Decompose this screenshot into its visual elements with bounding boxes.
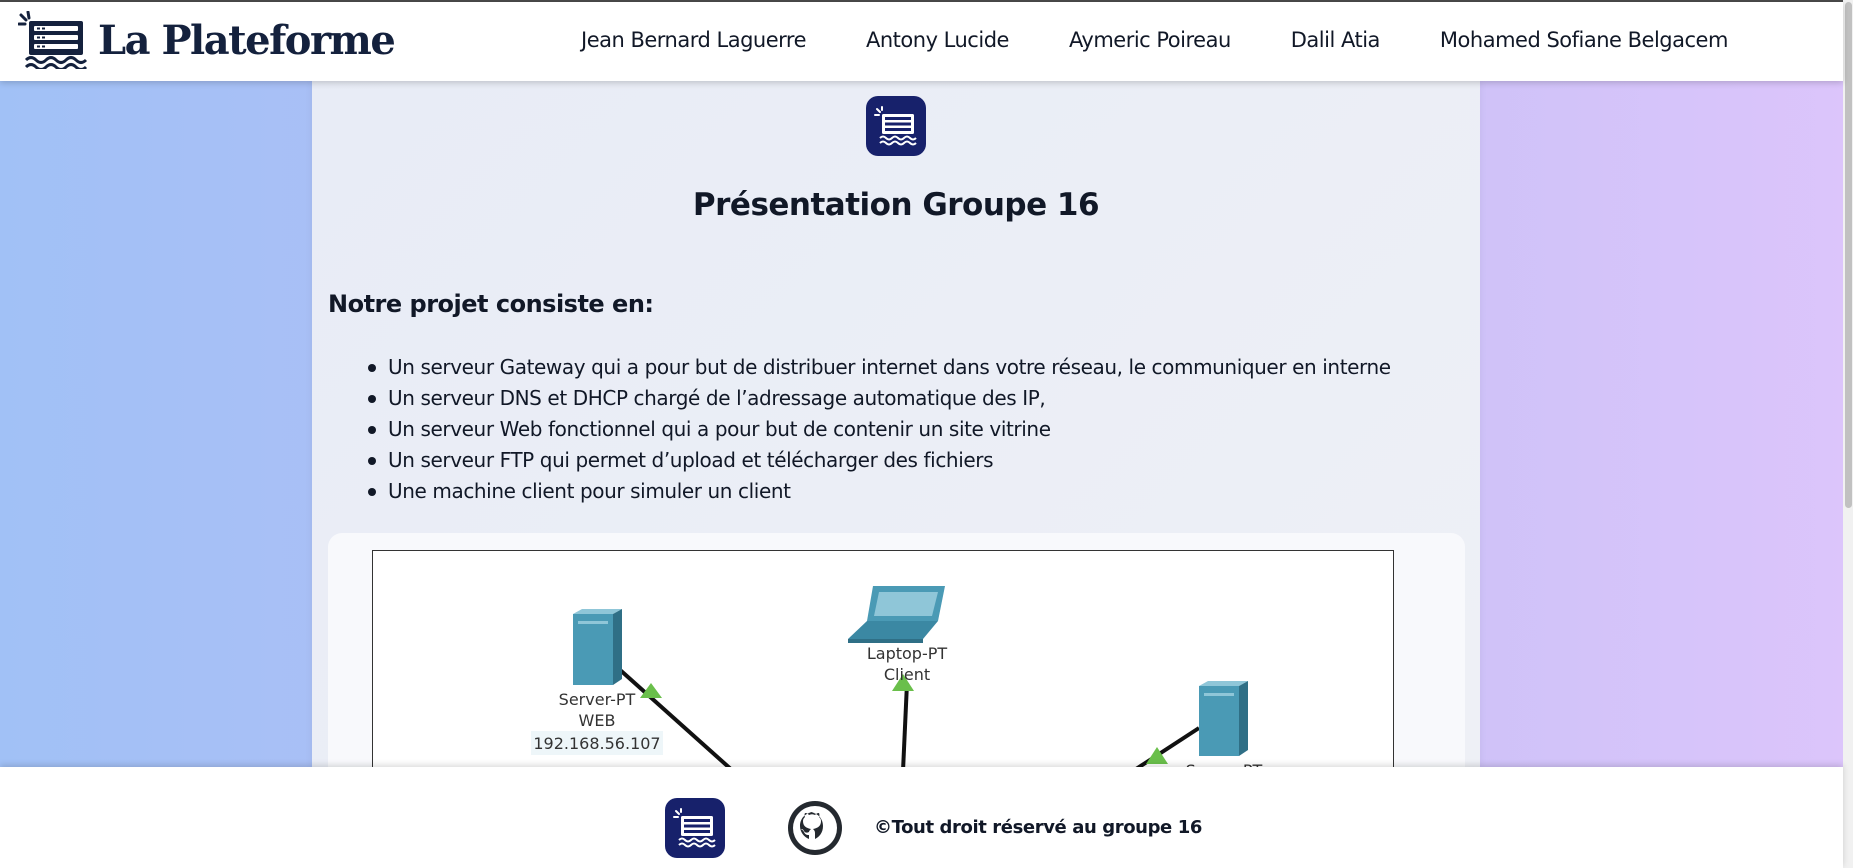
web-server-type-label: Server-PT: [559, 690, 636, 709]
scrollbar-thumb[interactable]: [1845, 2, 1852, 508]
server-logo-icon: [874, 106, 917, 146]
client-name-label: Client: [884, 665, 930, 684]
list-item: Un serveur Web fonctionnel qui a pour bu…: [368, 414, 1391, 445]
server-web-icon[interactable]: [573, 609, 622, 685]
nav-link-dalil-atia[interactable]: Dalil Atia: [1291, 28, 1381, 52]
brand-link[interactable]: La Plateforme: [18, 11, 396, 69]
feature-list: Un serveur Gateway qui a pour but de dis…: [368, 352, 1391, 507]
nav-link-antony-lucide[interactable]: Antony Lucide: [866, 28, 1009, 52]
nav-link-jean-bernard-laguerre[interactable]: Jean Bernard Laguerre: [581, 28, 807, 52]
site-header: La Plateforme Jean Bernard Laguerre Anto…: [0, 2, 1843, 81]
brand-title: La Plateforme: [98, 16, 396, 64]
copyright-text: ©Tout droit réservé au groupe 16: [874, 817, 1202, 838]
github-icon[interactable]: [787, 800, 843, 856]
list-item: Un serveur FTP qui permet d’upload et té…: [368, 445, 1391, 476]
web-server-ip-label: 192.168.56.107: [533, 734, 660, 753]
server-logo-icon: [18, 11, 88, 69]
footer-logo-link[interactable]: [665, 798, 725, 858]
laptop-client-icon[interactable]: [848, 586, 945, 643]
page-title: Présentation Groupe 16: [692, 187, 1100, 223]
panel-logo: [866, 96, 926, 156]
nav-link-mohamed-sofiane-belgacem[interactable]: Mohamed Sofiane Belgacem: [1440, 28, 1729, 52]
list-item: Un serveur DNS et DHCP chargé de l’adres…: [368, 383, 1391, 414]
site-footer: ©Tout droit réservé au groupe 16: [0, 767, 1843, 868]
link-client: [901, 682, 909, 769]
list-item: Une machine client pour simuler un clien…: [368, 476, 1391, 507]
list-item: Un serveur Gateway qui a pour but de dis…: [368, 352, 1391, 383]
web-server-name-label: WEB: [579, 711, 616, 730]
nav-link-aymeric-poireau[interactable]: Aymeric Poireau: [1069, 28, 1231, 52]
main-nav: Jean Bernard Laguerre Antony Lucide Ayme…: [581, 28, 1728, 52]
server-third-icon[interactable]: [1199, 681, 1248, 756]
client-type-label: Laptop-PT: [867, 644, 948, 663]
server-logo-icon: [673, 808, 716, 848]
network-diagram: Server-PT WEB 192.168.56.107 Laptop-PT C…: [372, 550, 1394, 770]
intro-heading: Notre projet consiste en:: [328, 290, 654, 318]
